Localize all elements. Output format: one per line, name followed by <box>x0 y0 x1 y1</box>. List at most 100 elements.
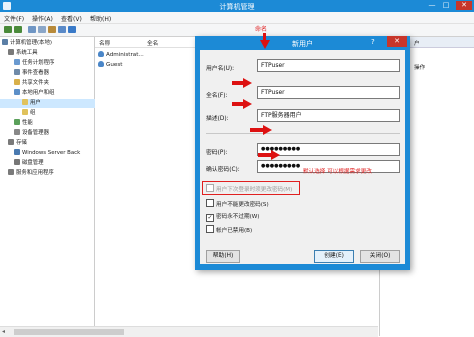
tree-item[interactable]: Windows Server Back <box>0 149 107 158</box>
tree-node-icon <box>8 49 14 55</box>
tree-item-label: 磁盘管理 <box>22 160 44 166</box>
maximize-button[interactable]: □ <box>440 1 452 10</box>
up-icon[interactable] <box>28 26 36 33</box>
tree-item-label: 服务和应用程序 <box>16 170 54 176</box>
console-tree: 计算机管理(本地) 系统工具任务计划程序事件查看器共享文件夹本地用户和组 用户组性能… <box>0 37 115 336</box>
fullname-label: 全名(F): <box>206 93 228 99</box>
tree-item-label: 设备管理器 <box>22 130 49 136</box>
user-icon <box>98 51 104 57</box>
show-hide-tree-icon[interactable] <box>38 26 46 33</box>
window-title: 计算机管理 <box>219 3 255 11</box>
tree-item[interactable]: 服务和应用程序 <box>0 169 101 178</box>
annotation-arrow-password <box>250 128 264 132</box>
confirm-password-label: 确认密码(C): <box>206 167 240 173</box>
new-user-dialog: 新用户 ? ✕ 用户名(U): FTPuser 全名(F): FTPuser 描… <box>195 36 410 270</box>
close-dialog-button[interactable]: 关闭(O) <box>360 250 400 263</box>
annotation-default-note: 默认选择 可以根据需求更改 <box>303 169 372 175</box>
list-item-guest[interactable]: Guest <box>98 61 122 68</box>
tree-node-icon <box>22 99 28 105</box>
scroll-left-icon[interactable]: ◂ <box>2 328 5 335</box>
help-button[interactable]: 帮助(H) <box>206 250 240 263</box>
fullname-field[interactable]: FTPuser <box>257 86 400 99</box>
tree-item[interactable]: 系统工具 <box>0 49 101 58</box>
tree-node-icon <box>8 139 14 145</box>
actions-more[interactable]: 操作 <box>414 63 425 71</box>
annotation-arrowhead-description <box>243 99 252 109</box>
tree-node-icon <box>14 119 20 125</box>
tree-item-label: 组 <box>30 110 36 116</box>
tree-node-icon <box>2 39 8 45</box>
refresh-icon[interactable] <box>58 26 66 33</box>
menu-view[interactable]: 查看(V) <box>61 14 82 23</box>
close-button[interactable]: ✕ <box>456 1 472 10</box>
description-field[interactable]: FTP服务器用户 <box>257 109 400 122</box>
back-icon[interactable] <box>4 26 12 33</box>
tree-item-label: 共享文件夹 <box>22 80 49 86</box>
username-label: 用户名(U): <box>206 66 235 72</box>
tree-item[interactable]: 共享文件夹 <box>0 79 107 88</box>
annotation-naming: 命名 <box>255 26 268 33</box>
user-icon <box>98 61 104 67</box>
username-field[interactable]: FTPuser <box>257 59 400 72</box>
tree-item[interactable]: 设备管理器 <box>0 129 107 138</box>
column-fullname[interactable]: 全名 <box>147 39 158 47</box>
dialog-body: 用户名(U): FTPuser 全名(F): FTPuser 描述(D): FT… <box>200 50 405 264</box>
cannot-change-password-checkbox[interactable]: 用户不能更改密码(S) <box>206 199 269 208</box>
must-change-password-checkbox[interactable]: 用户下次登录时须更改密码(M) <box>206 184 292 193</box>
tree-item-label: 用户 <box>30 100 41 106</box>
tree-item[interactable]: 存储 <box>0 139 101 148</box>
tree-node-icon <box>14 149 20 155</box>
password-never-expires-checkbox[interactable]: ✓ 密码永不过期(W) <box>206 212 259 222</box>
list-item-administrator[interactable]: Administrat... <box>98 51 144 58</box>
help-icon[interactable] <box>68 26 76 33</box>
tree-item-label: 计算机管理(本地) <box>10 40 52 46</box>
check-icon: ✓ <box>206 214 214 222</box>
tree-item-label: 本地用户和组 <box>22 90 55 96</box>
tree-item-label: 系统工具 <box>16 50 38 56</box>
dialog-help-icon[interactable]: ? <box>371 38 375 46</box>
password-label: 密码(P): <box>206 150 228 156</box>
scroll-thumb[interactable] <box>14 329 124 335</box>
checkbox-box <box>206 225 214 233</box>
tree-item[interactable]: 磁盘管理 <box>0 159 107 168</box>
description-label: 描述(D): <box>206 116 229 122</box>
tree-item[interactable]: 计算机管理(本地) <box>0 39 95 48</box>
tree-item-label: Windows Server Back <box>22 150 81 156</box>
menu-help[interactable]: 帮助(H) <box>90 14 111 23</box>
menu-bar: 文件(F) 操作(A) 查看(V) 帮助(H) <box>0 12 474 24</box>
checkbox-box <box>206 199 214 207</box>
dialog-close-button[interactable]: ✕ <box>387 36 407 47</box>
forward-icon[interactable] <box>14 26 22 33</box>
checkbox-box <box>206 184 214 192</box>
tree-node-icon <box>8 169 14 175</box>
tree-item-label: 存储 <box>16 140 27 146</box>
tree-node-icon <box>14 69 20 75</box>
tree-node-icon <box>14 129 20 135</box>
create-button[interactable]: 创建(E) <box>314 250 354 263</box>
tree-node-icon <box>14 59 20 65</box>
separator <box>206 133 400 134</box>
tree-item-label: 事件查看器 <box>22 70 49 76</box>
annotation-arrowhead-fullname <box>243 78 252 88</box>
window-titlebar: 计算机管理 — □ ✕ <box>0 0 474 12</box>
annotation-arrowhead-password <box>263 125 272 135</box>
export-icon[interactable] <box>48 26 56 33</box>
account-disabled-checkbox[interactable]: 帐户已禁用(B) <box>206 225 252 234</box>
tree-item[interactable]: 本地用户和组 <box>0 89 107 98</box>
annotation-arrowhead-down <box>260 40 270 49</box>
tree-item[interactable]: 性能 <box>0 119 107 128</box>
minimize-button[interactable]: — <box>426 1 438 10</box>
dialog-title: 新用户 <box>292 40 313 48</box>
horizontal-scrollbar[interactable]: ◂ <box>0 326 378 337</box>
column-name[interactable]: 名称 <box>99 39 110 47</box>
tree-item[interactable]: 任务计划程序 <box>0 59 107 68</box>
tree-node-icon <box>14 79 20 85</box>
annotation-arrow-confirm <box>258 153 272 157</box>
menu-action[interactable]: 操作(A) <box>32 14 53 23</box>
tree-item-label: 性能 <box>22 120 33 126</box>
tree-node-icon <box>22 109 28 115</box>
annotation-arrowhead-confirm <box>271 150 280 160</box>
menu-file[interactable]: 文件(F) <box>4 14 24 23</box>
tree-item[interactable]: 事件查看器 <box>0 69 107 78</box>
actions-header-label: 户 <box>414 41 420 47</box>
